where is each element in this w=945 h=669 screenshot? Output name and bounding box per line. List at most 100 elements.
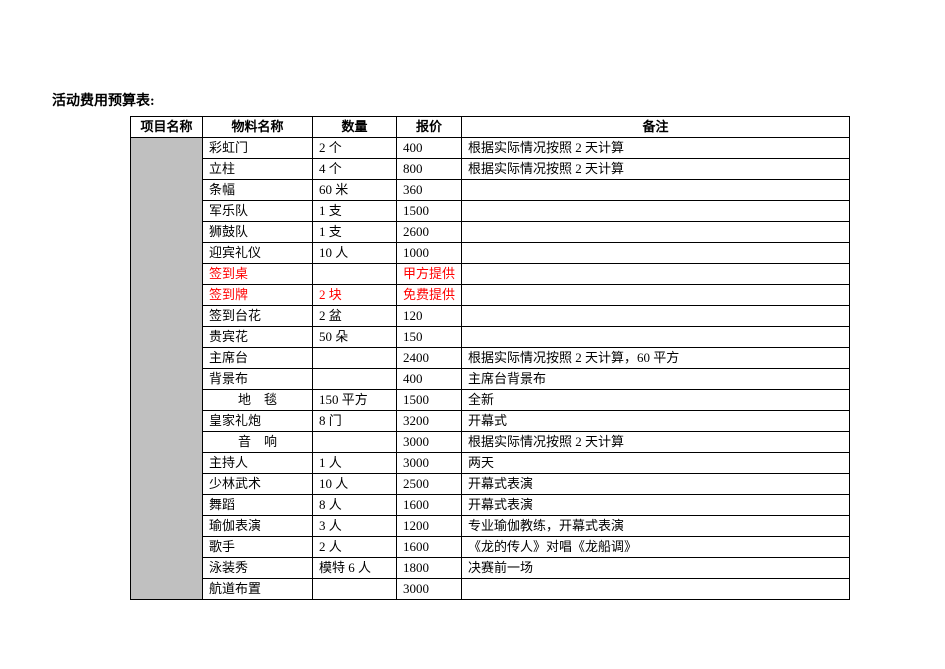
table-row: 彩虹门2 个400根据实际情况按照 2 天计算 (131, 138, 850, 159)
price-cell: 2500 (397, 474, 462, 495)
remark-cell (462, 264, 850, 285)
remark-cell: 开幕式表演 (462, 495, 850, 516)
qty-cell: 2 个 (313, 138, 397, 159)
col-header-remark: 备注 (462, 117, 850, 138)
table-row: 狮鼓队1 支2600 (131, 222, 850, 243)
qty-cell (313, 369, 397, 390)
remark-cell (462, 180, 850, 201)
qty-cell: 模特 6 人 (313, 558, 397, 579)
price-cell: 2600 (397, 222, 462, 243)
material-cell: 皇家礼炮 (203, 411, 313, 432)
budget-table-body: 彩虹门2 个400根据实际情况按照 2 天计算立柱4 个800根据实际情况按照 … (131, 138, 850, 600)
remark-cell: 根据实际情况按照 2 天计算 (462, 432, 850, 453)
qty-cell (313, 579, 397, 600)
material-cell: 地 毯 (203, 390, 313, 411)
table-row: 签到桌 甲方提供 (131, 264, 850, 285)
table-row: 歌手2 人1600《龙的传人》对唱《龙船调》 (131, 537, 850, 558)
price-cell: 3000 (397, 432, 462, 453)
col-header-price: 报价 (397, 117, 462, 138)
table-row: 皇家礼炮8 门3200开幕式 (131, 411, 850, 432)
table-row: 立柱4 个800根据实际情况按照 2 天计算 (131, 159, 850, 180)
qty-cell: 3 人 (313, 516, 397, 537)
price-cell: 150 (397, 327, 462, 348)
table-row: 瑜伽表演3 人1200专业瑜伽教练，开幕式表演 (131, 516, 850, 537)
table-row: 音 响3000根据实际情况按照 2 天计算 (131, 432, 850, 453)
remark-cell: 开幕式 (462, 411, 850, 432)
qty-cell: 1 人 (313, 453, 397, 474)
table-row: 少林武术10 人2500开幕式表演 (131, 474, 850, 495)
material-cell: 航道布置 (203, 579, 313, 600)
material-cell: 泳装秀 (203, 558, 313, 579)
material-cell: 立柱 (203, 159, 313, 180)
material-cell: 彩虹门 (203, 138, 313, 159)
price-cell: 1200 (397, 516, 462, 537)
remark-cell (462, 579, 850, 600)
remark-cell (462, 327, 850, 348)
price-cell: 3200 (397, 411, 462, 432)
page-title: 活动费用预算表: (50, 90, 895, 110)
budget-table: 项目名称 物料名称 数量 报价 备注 彩虹门2 个400根据实际情况按照 2 天… (130, 116, 850, 600)
document-page: 活动费用预算表: 项目名称 物料名称 数量 报价 备注 彩虹门2 个400根据实… (0, 0, 945, 600)
qty-cell: 10 人 (313, 474, 397, 495)
col-header-qty: 数量 (313, 117, 397, 138)
price-cell: 1500 (397, 201, 462, 222)
material-cell: 军乐队 (203, 201, 313, 222)
table-header-row: 项目名称 物料名称 数量 报价 备注 (131, 117, 850, 138)
qty-cell: 10 人 (313, 243, 397, 264)
material-cell: 签到台花 (203, 306, 313, 327)
remark-cell (462, 201, 850, 222)
table-row: 签到牌2 块免费提供 (131, 285, 850, 306)
qty-cell (313, 264, 397, 285)
table-row: 地 毯150 平方1500全新 (131, 390, 850, 411)
price-cell: 免费提供 (397, 285, 462, 306)
col-header-project: 项目名称 (131, 117, 203, 138)
remark-cell: 根据实际情况按照 2 天计算，60 平方 (462, 348, 850, 369)
price-cell: 800 (397, 159, 462, 180)
material-cell: 主席台 (203, 348, 313, 369)
material-cell: 贵宾花 (203, 327, 313, 348)
price-cell: 1600 (397, 495, 462, 516)
remark-cell: 全新 (462, 390, 850, 411)
qty-cell: 2 块 (313, 285, 397, 306)
table-row: 主持人1 人3000两天 (131, 453, 850, 474)
price-cell: 1500 (397, 390, 462, 411)
material-cell: 歌手 (203, 537, 313, 558)
table-row: 泳装秀模特 6 人1800决赛前一场 (131, 558, 850, 579)
table-row: 迎宾礼仪10 人1000 (131, 243, 850, 264)
qty-cell: 2 盆 (313, 306, 397, 327)
table-row: 军乐队1 支1500 (131, 201, 850, 222)
remark-cell (462, 306, 850, 327)
remark-cell: 开幕式表演 (462, 474, 850, 495)
table-row: 航道布置 3000 (131, 579, 850, 600)
material-cell: 条幅 (203, 180, 313, 201)
price-cell: 400 (397, 138, 462, 159)
material-cell: 少林武术 (203, 474, 313, 495)
price-cell: 3000 (397, 579, 462, 600)
remark-cell (462, 222, 850, 243)
price-cell: 1000 (397, 243, 462, 264)
remark-cell (462, 243, 850, 264)
table-row: 签到台花2 盆120 (131, 306, 850, 327)
qty-cell: 2 人 (313, 537, 397, 558)
material-cell: 签到桌 (203, 264, 313, 285)
table-row: 主席台 2400根据实际情况按照 2 天计算，60 平方 (131, 348, 850, 369)
material-cell: 主持人 (203, 453, 313, 474)
remark-cell: 两天 (462, 453, 850, 474)
col-header-material: 物料名称 (203, 117, 313, 138)
qty-cell: 8 门 (313, 411, 397, 432)
remark-cell: 《龙的传人》对唱《龙船调》 (462, 537, 850, 558)
qty-cell: 8 人 (313, 495, 397, 516)
material-cell: 瑜伽表演 (203, 516, 313, 537)
price-cell: 2400 (397, 348, 462, 369)
price-cell: 120 (397, 306, 462, 327)
qty-cell: 1 支 (313, 201, 397, 222)
table-row: 舞蹈8 人1600开幕式表演 (131, 495, 850, 516)
project-name-cell (131, 138, 203, 600)
qty-cell: 4 个 (313, 159, 397, 180)
material-cell: 迎宾礼仪 (203, 243, 313, 264)
remark-cell: 专业瑜伽教练，开幕式表演 (462, 516, 850, 537)
price-cell: 360 (397, 180, 462, 201)
price-cell: 甲方提供 (397, 264, 462, 285)
qty-cell (313, 348, 397, 369)
table-row: 背景布400主席台背景布 (131, 369, 850, 390)
